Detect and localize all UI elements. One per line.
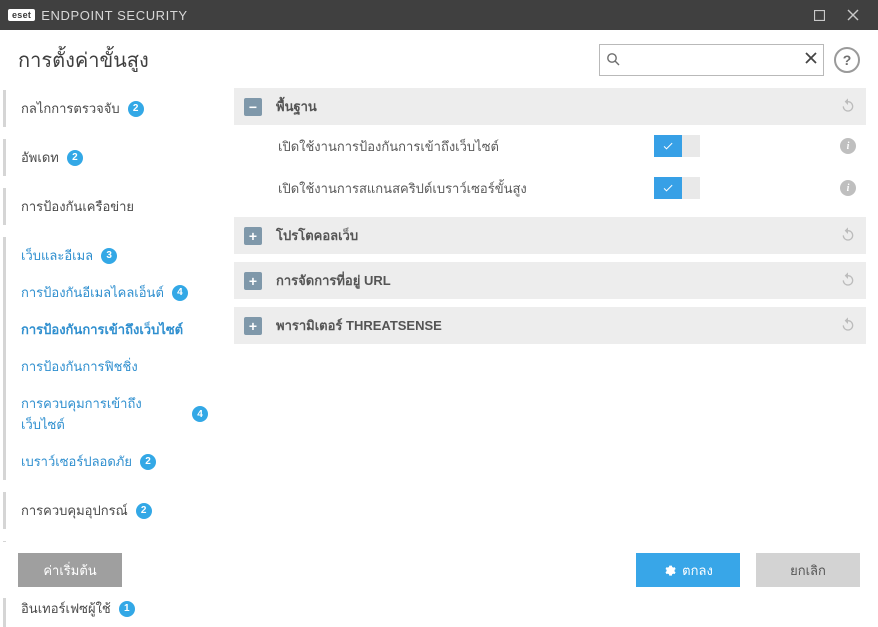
setting-label: เปิดใช้งานการป้องกันการเข้าถึงเว็บไซต์ bbox=[278, 136, 654, 157]
sidebar-item[interactable]: การป้องกันเครือข่าย bbox=[3, 188, 222, 225]
expand-icon[interactable]: + bbox=[244, 227, 262, 245]
sidebar-item-label: การควบคุมการเข้าถึงเว็บไซต์ bbox=[21, 393, 184, 435]
section-reset-button[interactable] bbox=[840, 316, 856, 335]
sidebar-item-label: การป้องกันอีเมลไคลเอ็นต์ bbox=[21, 282, 164, 303]
sidebar: กลไกการตรวจจับ 2 อัพเดท 2 การป้องกันเครือข่า… bbox=[0, 84, 222, 536]
check-icon bbox=[654, 135, 682, 157]
section-title: โปรโตคอลเว็บ bbox=[276, 225, 358, 246]
section-title: พารามิเตอร์ THREATSENSE bbox=[276, 315, 442, 336]
sidebar-item-badge: 2 bbox=[140, 454, 156, 470]
defaults-button[interactable]: ค่าเริ่มต้น bbox=[18, 553, 122, 587]
section-title: การจัดการที่อยู่ URL bbox=[276, 270, 391, 291]
sidebar-item-label: เว็บและอีเมล bbox=[21, 245, 93, 266]
sidebar-item-label: การป้องกันเครือข่าย bbox=[21, 196, 134, 217]
info-icon[interactable]: i bbox=[840, 180, 856, 196]
section-header[interactable]: + พารามิเตอร์ THREATSENSE bbox=[234, 307, 866, 344]
help-button[interactable]: ? bbox=[834, 47, 860, 73]
setting-row: เปิดใช้งานการป้องกันการเข้าถึงเว็บไซต์ i bbox=[234, 125, 866, 167]
main: กลไกการตรวจจับ 2 อัพเดท 2 การป้องกันเครือข่า… bbox=[0, 84, 878, 536]
gear-icon bbox=[663, 564, 676, 577]
sidebar-item-label: เบราว์เซอร์ปลอดภัย bbox=[21, 451, 132, 472]
close-icon bbox=[847, 9, 859, 21]
titlebar: eset ENDPOINT SECURITY bbox=[0, 0, 878, 30]
sidebar-item-badge: 1 bbox=[119, 601, 135, 617]
maximize-icon bbox=[814, 10, 825, 21]
search-field-wrap[interactable] bbox=[599, 44, 824, 76]
sidebar-item[interactable]: อัพเดท 2 bbox=[3, 139, 222, 176]
sidebar-item-badge: 2 bbox=[128, 101, 144, 117]
section-header[interactable]: + โปรโตคอลเว็บ bbox=[234, 217, 866, 254]
info-icon[interactable]: i bbox=[840, 138, 856, 154]
section-reset-button[interactable] bbox=[840, 97, 856, 116]
sidebar-item-badge: 2 bbox=[67, 150, 83, 166]
setting-row: เปิดใช้งานการสแกนสคริปต์เบราว์เซอร์ขั้นส… bbox=[234, 167, 866, 209]
sidebar-item-label: อัพเดท bbox=[21, 147, 59, 168]
section-title: พื้นฐาน bbox=[276, 96, 317, 117]
sidebar-item-label: การป้องกันการเข้าถึงเว็บไซต์ bbox=[21, 319, 183, 340]
ok-button-label: ตกลง bbox=[682, 560, 713, 581]
collapse-icon[interactable]: − bbox=[244, 98, 262, 116]
sidebar-item-label: การควบคุมอุปกรณ์ bbox=[21, 500, 128, 521]
section-reset-button[interactable] bbox=[840, 226, 856, 245]
sidebar-item[interactable]: เว็บและอีเมล 3 bbox=[3, 237, 222, 274]
section-header[interactable]: −พื้นฐาน bbox=[234, 88, 866, 125]
x-icon bbox=[805, 52, 817, 64]
sidebar-item-label: การป้องกันการฟิชชิ่ง bbox=[21, 356, 138, 377]
sidebar-item[interactable]: กลไกการตรวจจับ 2 bbox=[3, 90, 222, 127]
window-maximize-button[interactable] bbox=[802, 0, 836, 30]
sidebar-item-badge: 3 bbox=[101, 248, 117, 264]
toggle-switch[interactable] bbox=[654, 135, 700, 157]
brand-badge: eset bbox=[8, 9, 35, 21]
sidebar-item[interactable]: การป้องกันการเข้าถึงเว็บไซต์ bbox=[3, 311, 222, 348]
footer: ค่าเริ่มต้น ตกลง ยกเลิก bbox=[0, 542, 878, 598]
setting-label: เปิดใช้งานการสแกนสคริปต์เบราว์เซอร์ขั้นส… bbox=[278, 178, 654, 199]
check-icon bbox=[654, 177, 682, 199]
sidebar-item-badge: 4 bbox=[172, 285, 188, 301]
sidebar-item[interactable]: การควบคุมอุปกรณ์ 2 bbox=[3, 492, 222, 529]
brand-text: ENDPOINT SECURITY bbox=[41, 8, 187, 23]
header: การตั้งค่าขั้นสูง ? bbox=[0, 30, 878, 84]
sidebar-item[interactable]: การควบคุมการเข้าถึงเว็บไซต์ 4 bbox=[3, 385, 222, 443]
ok-button[interactable]: ตกลง bbox=[636, 553, 740, 587]
expand-icon[interactable]: + bbox=[244, 272, 262, 290]
content-panel: −พื้นฐานเปิดใช้งานการป้องกันการเข้าถึงเว… bbox=[222, 84, 878, 536]
expand-icon[interactable]: + bbox=[244, 317, 262, 335]
sidebar-item-label: กลไกการตรวจจับ bbox=[21, 98, 120, 119]
page-title: การตั้งค่าขั้นสูง bbox=[18, 44, 599, 76]
sidebar-item-badge: 2 bbox=[136, 503, 152, 519]
sidebar-item-badge: 4 bbox=[192, 406, 208, 422]
sidebar-item[interactable]: เบราว์เซอร์ปลอดภัย 2 bbox=[3, 443, 222, 480]
search-input[interactable] bbox=[624, 53, 805, 68]
section-reset-button[interactable] bbox=[840, 271, 856, 290]
search-clear-button[interactable] bbox=[805, 51, 817, 69]
sidebar-item-label: อินเทอร์เฟซผู้ใช้ bbox=[21, 598, 111, 619]
sidebar-item[interactable]: การป้องกันการฟิชชิ่ง bbox=[3, 348, 222, 385]
toggle-switch[interactable] bbox=[654, 177, 700, 199]
sidebar-item[interactable]: การป้องกันอีเมลไคลเอ็นต์ 4 bbox=[3, 274, 222, 311]
section-header[interactable]: + การจัดการที่อยู่ URL bbox=[234, 262, 866, 299]
window-close-button[interactable] bbox=[836, 0, 870, 30]
question-icon: ? bbox=[843, 52, 852, 68]
search-icon bbox=[606, 52, 620, 69]
cancel-button[interactable]: ยกเลิก bbox=[756, 553, 860, 587]
